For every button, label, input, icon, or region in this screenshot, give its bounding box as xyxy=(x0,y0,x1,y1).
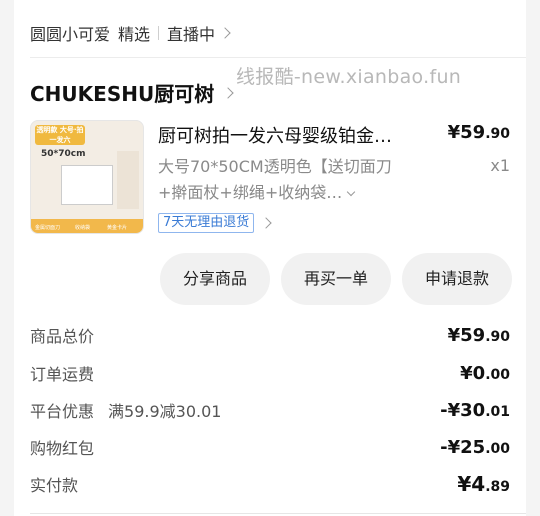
amount-integer: -¥30 xyxy=(440,399,486,421)
amount-integer: ¥59 xyxy=(447,324,486,346)
redpacket-amount: -¥25.00 xyxy=(440,437,510,458)
total-amount: ¥59.90 xyxy=(448,325,510,346)
divider xyxy=(30,57,526,58)
mat-illustration xyxy=(61,165,113,205)
amount-integer: ¥0 xyxy=(460,362,486,384)
summary-row-shipping: 订单运费 ¥0.00 xyxy=(30,361,510,385)
chevron-right-icon xyxy=(219,27,231,39)
live-store-bar[interactable]: 圆圆小可爱 精选 直播中 xyxy=(30,22,231,44)
product-spec[interactable]: 大号70*50CM透明色【送切面刀+擀面杖+绑绳+收纳袋… xyxy=(158,154,394,206)
share-product-button[interactable]: 分享商品 xyxy=(160,253,270,305)
redpacket-label: 购物红包 xyxy=(30,439,95,458)
discount-label: 平台优惠 xyxy=(30,402,95,421)
product-title[interactable]: 厨可树拍一发六母婴级铂金… xyxy=(158,122,438,148)
product-price: ¥59.90 xyxy=(448,122,510,143)
amount-decimal: .01 xyxy=(485,403,510,420)
order-card: 圆圆小可爱 精选 直播中 线报酷-new.xianbao.fun CHUKESH… xyxy=(14,0,526,516)
return-tag-label: 7天无理由退货 xyxy=(158,213,255,233)
paid-amount: ¥4.89 xyxy=(457,472,510,496)
spec-text: 大号70*50CM透明色【送切面刀+擀面杖+绑绳+收纳袋… xyxy=(158,157,392,202)
rebuy-button[interactable]: 再买一单 xyxy=(281,253,391,305)
discount-note: 满59.9减30.01 xyxy=(108,402,222,421)
amount-integer: -¥25 xyxy=(440,436,486,458)
divider xyxy=(30,513,526,514)
thumbnail-size: 50*70cm xyxy=(41,149,86,159)
price-integer: ¥59 xyxy=(447,122,486,143)
thumbnail-header: 透明款 大号·拍一发六 xyxy=(35,125,85,145)
return-policy-tag[interactable]: 7天无理由退货 xyxy=(158,213,272,233)
board-illustration xyxy=(117,151,139,209)
live-status: 直播中 xyxy=(167,25,216,44)
summary-row-total: 商品总价 ¥59.90 xyxy=(30,323,510,347)
amount-decimal: .00 xyxy=(485,366,510,383)
featured-badge: 精选 xyxy=(118,25,151,44)
summary-row-discount: 平台优惠 满59.9减30.01 -¥30.01 xyxy=(30,398,510,422)
amount-decimal: .90 xyxy=(485,328,510,345)
summary-row-paid: 实付款 ¥4.89 xyxy=(30,472,510,496)
discount-label-group: 平台优惠 满59.9减30.01 xyxy=(30,398,221,422)
amount-integer: ¥4 xyxy=(457,472,486,496)
paid-label: 实付款 xyxy=(30,476,79,495)
total-label: 商品总价 xyxy=(30,327,95,346)
chevron-right-icon xyxy=(222,86,234,99)
watermark: 线报酷-new.xianbao.fun xyxy=(236,66,462,88)
chevron-right-icon xyxy=(260,217,272,229)
product-thumbnail[interactable]: 透明款 大号·拍一发六 50*70cm 金属切面刀 收纳袋 黄金卡片 xyxy=(30,120,144,234)
summary-row-redpacket: 购物红包 -¥25.00 xyxy=(30,435,510,459)
amount-decimal: .89 xyxy=(485,479,510,495)
amount-decimal: .00 xyxy=(485,440,510,457)
chevron-down-icon xyxy=(346,187,356,197)
shipping-amount: ¥0.00 xyxy=(460,363,510,384)
discount-amount: -¥30.01 xyxy=(440,400,510,421)
thumbnail-caption: 金属切面刀 xyxy=(35,225,61,231)
store-name: 圆圆小可爱 xyxy=(30,25,111,44)
thumbnail-strip: 金属切面刀 收纳袋 黄金卡片 xyxy=(31,219,143,233)
refund-button[interactable]: 申请退款 xyxy=(402,253,512,305)
thumbnail-caption: 收纳袋 xyxy=(75,225,91,231)
shop-name: CHUKESHU厨可树 xyxy=(30,82,215,106)
thumbnail-caption: 黄金卡片 xyxy=(107,225,128,231)
divider xyxy=(158,26,160,40)
product-quantity: x1 xyxy=(490,156,510,175)
shop-link[interactable]: CHUKESHU厨可树 xyxy=(30,78,234,107)
shipping-label: 订单运费 xyxy=(30,365,95,384)
price-decimal: .90 xyxy=(485,126,510,142)
